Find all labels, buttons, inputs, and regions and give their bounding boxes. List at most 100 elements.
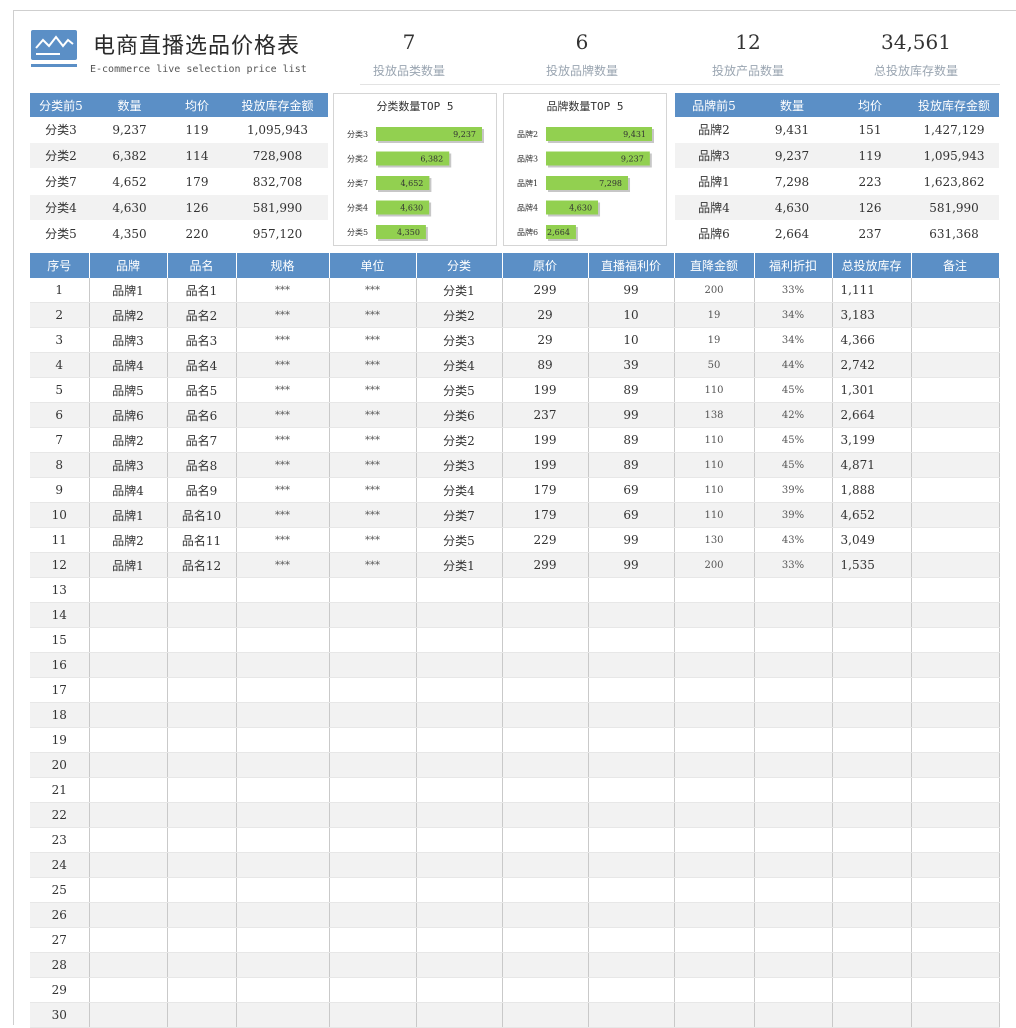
table-cell[interactable]: 20 [30, 752, 90, 778]
table-cell[interactable] [236, 827, 330, 853]
table-cell[interactable]: 27 [30, 927, 90, 953]
table-cell[interactable] [832, 927, 912, 953]
table-cell[interactable]: 2,664 [832, 402, 912, 428]
category-cell[interactable]: 4,630 [92, 194, 167, 221]
table-cell[interactable] [674, 802, 755, 828]
table-cell[interactable] [416, 877, 503, 903]
table-cell[interactable] [832, 952, 912, 978]
table-cell[interactable]: 品名12 [167, 552, 237, 578]
table-cell[interactable] [416, 777, 503, 803]
table-cell[interactable] [911, 352, 1000, 378]
brand-cell[interactable]: 151 [831, 117, 909, 143]
table-cell[interactable]: 1,301 [832, 377, 912, 403]
table-cell[interactable] [236, 677, 330, 703]
table-cell[interactable]: 199 [502, 377, 589, 403]
column-header[interactable]: 直播福利价 [588, 253, 675, 278]
category-cell[interactable]: 581,990 [227, 194, 328, 221]
table-cell[interactable] [89, 652, 168, 678]
table-cell[interactable] [754, 727, 833, 753]
brand-cell[interactable]: 1,427,129 [909, 117, 999, 143]
table-cell[interactable]: *** [236, 427, 330, 453]
table-cell[interactable]: 89 [588, 377, 675, 403]
column-header[interactable]: 原价 [502, 253, 589, 278]
table-cell[interactable]: 4,871 [832, 452, 912, 478]
table-cell[interactable] [502, 827, 589, 853]
table-cell[interactable]: *** [236, 327, 330, 353]
category-cell[interactable]: 1,095,943 [227, 117, 328, 143]
table-cell[interactable]: 26 [30, 902, 90, 928]
table-cell[interactable]: 品名7 [167, 427, 237, 453]
table-cell[interactable] [89, 827, 168, 853]
table-cell[interactable] [329, 827, 417, 853]
table-cell[interactable] [754, 877, 833, 903]
table-cell[interactable] [911, 377, 1000, 403]
table-cell[interactable] [911, 852, 1000, 878]
table-cell[interactable] [329, 702, 417, 728]
table-cell[interactable]: 4,652 [832, 502, 912, 528]
category-cell[interactable]: 957,120 [227, 220, 328, 247]
table-cell[interactable] [89, 627, 168, 653]
table-cell[interactable]: 29 [30, 977, 90, 1003]
brand-cell[interactable]: 9,431 [753, 117, 831, 143]
table-cell[interactable] [502, 627, 589, 653]
table-cell[interactable]: *** [236, 402, 330, 428]
table-cell[interactable] [832, 627, 912, 653]
table-cell[interactable]: *** [329, 278, 417, 303]
category-cell[interactable]: 220 [167, 220, 227, 247]
table-cell[interactable] [502, 752, 589, 778]
table-cell[interactable] [588, 927, 675, 953]
table-cell[interactable]: *** [236, 552, 330, 578]
table-cell[interactable]: *** [329, 502, 417, 528]
table-cell[interactable] [89, 977, 168, 1003]
table-cell[interactable] [89, 952, 168, 978]
table-cell[interactable] [89, 777, 168, 803]
table-cell[interactable] [754, 952, 833, 978]
category-cell[interactable]: 119 [167, 117, 227, 143]
table-cell[interactable] [329, 577, 417, 603]
table-cell[interactable] [832, 777, 912, 803]
table-cell[interactable] [502, 677, 589, 703]
table-cell[interactable] [329, 727, 417, 753]
table-cell[interactable]: *** [329, 377, 417, 403]
table-cell[interactable]: 21 [30, 777, 90, 803]
table-cell[interactable] [167, 777, 237, 803]
table-cell[interactable]: 11 [30, 527, 90, 553]
table-cell[interactable] [674, 727, 755, 753]
table-cell[interactable]: 199 [502, 427, 589, 453]
category-cell[interactable]: 126 [167, 194, 227, 221]
table-cell[interactable]: 品牌3 [89, 452, 168, 478]
table-cell[interactable]: 分类1 [416, 552, 503, 578]
table-cell[interactable] [329, 927, 417, 953]
table-cell[interactable] [236, 627, 330, 653]
table-cell[interactable] [416, 852, 503, 878]
table-cell[interactable] [588, 702, 675, 728]
column-header[interactable]: 数量 [753, 93, 831, 117]
table-cell[interactable] [588, 877, 675, 903]
table-cell[interactable] [674, 752, 755, 778]
table-cell[interactable]: 8 [30, 452, 90, 478]
table-cell[interactable] [89, 802, 168, 828]
table-cell[interactable] [416, 727, 503, 753]
brand-cell[interactable]: 1,095,943 [909, 142, 999, 169]
table-cell[interactable] [588, 577, 675, 603]
table-cell[interactable]: 42% [754, 402, 833, 428]
column-header[interactable]: 备注 [911, 253, 1000, 278]
table-cell[interactable] [236, 977, 330, 1003]
brand-cell[interactable]: 品牌4 [675, 194, 753, 221]
brand-cell[interactable]: 223 [831, 168, 909, 195]
table-cell[interactable] [588, 827, 675, 853]
table-cell[interactable] [911, 577, 1000, 603]
table-cell[interactable] [754, 627, 833, 653]
table-cell[interactable]: *** [329, 327, 417, 353]
table-cell[interactable]: *** [236, 302, 330, 328]
brand-cell[interactable]: 品牌1 [675, 168, 753, 195]
table-cell[interactable] [588, 802, 675, 828]
table-cell[interactable] [674, 877, 755, 903]
table-cell[interactable] [416, 902, 503, 928]
table-cell[interactable]: 200 [674, 552, 755, 578]
table-cell[interactable]: 17 [30, 677, 90, 703]
table-cell[interactable] [754, 977, 833, 1003]
category-cell[interactable]: 分类3 [30, 117, 92, 143]
table-cell[interactable] [416, 577, 503, 603]
table-cell[interactable] [167, 677, 237, 703]
